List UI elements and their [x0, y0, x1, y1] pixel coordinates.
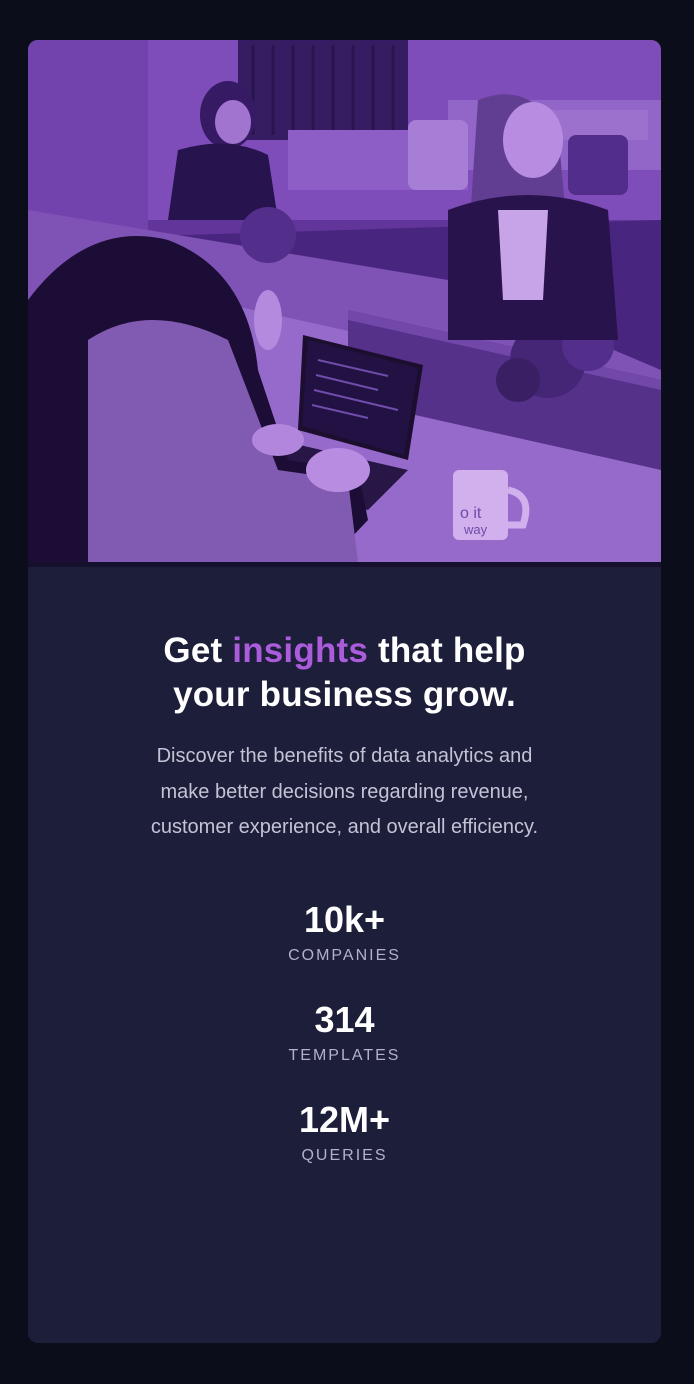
- mug-text-line1: o it: [460, 505, 482, 522]
- stat-queries: 12M+ QUERIES: [28, 1098, 661, 1166]
- description: Discover the benefits of data analytics …: [150, 745, 539, 838]
- stats-list: 10k+ COMPANIES 314 TEMPLATES 12M+ QUERIE…: [28, 898, 661, 1166]
- office-photo-illustration: o it way: [28, 40, 661, 562]
- stat-value: 12M+: [298, 1098, 391, 1140]
- stat-label: TEMPLATES: [288, 1046, 401, 1064]
- hero-image: o it way: [28, 40, 661, 562]
- stat-value: 314: [314, 998, 375, 1040]
- stats-preview-card: o it way Get insights that help your bus…: [28, 40, 661, 1343]
- headline-accent: insights: [232, 631, 369, 670]
- stat-companies: 10k+ COMPANIES: [28, 898, 661, 966]
- stat-label: COMPANIES: [288, 946, 401, 964]
- stat-label: QUERIES: [301, 1146, 388, 1164]
- headline-start: Get: [163, 631, 233, 670]
- mug-text-line2: way: [463, 522, 488, 537]
- stat-value: 10k+: [303, 898, 386, 940]
- stat-templates: 314 TEMPLATES: [28, 998, 661, 1066]
- headline: Get insights that help your business gro…: [155, 629, 535, 717]
- card-content: Get insights that help your business gro…: [28, 567, 661, 1166]
